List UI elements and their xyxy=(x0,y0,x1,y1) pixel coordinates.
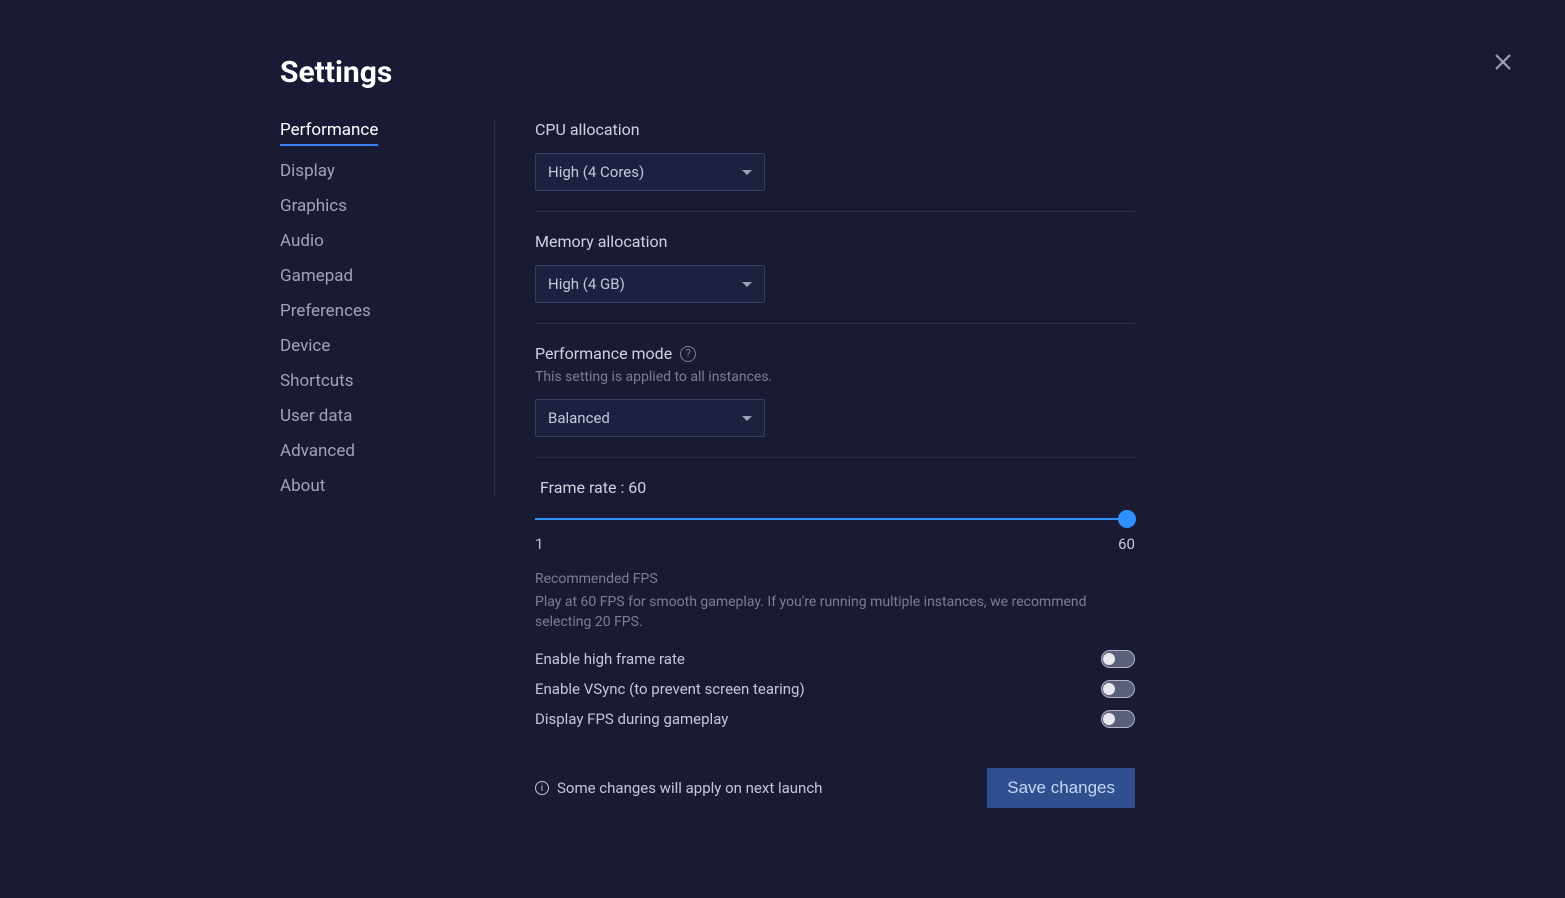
performance-mode-label: Performance mode ? xyxy=(535,344,1135,363)
enable-vsync-toggle[interactable] xyxy=(1101,680,1135,698)
sidebar-item-advanced[interactable]: Advanced xyxy=(280,441,355,461)
caret-down-icon xyxy=(742,170,752,175)
memory-allocation-section: Memory allocation High (4 GB) xyxy=(535,232,1135,324)
performance-mode-label-text: Performance mode xyxy=(535,344,672,363)
sidebar-item-audio[interactable]: Audio xyxy=(280,231,324,251)
frame-rate-section: Frame rate : 60 1 60 Recommended FPS Pla… xyxy=(535,478,1135,808)
save-changes-button[interactable]: Save changes xyxy=(987,768,1135,808)
sidebar-item-about[interactable]: About xyxy=(280,476,325,496)
recommended-fps-body: Play at 60 FPS for smooth gameplay. If y… xyxy=(535,593,1135,632)
enable-high-frame-rate-toggle[interactable] xyxy=(1101,650,1135,668)
display-fps-toggle[interactable] xyxy=(1101,710,1135,728)
frame-rate-slider[interactable] xyxy=(535,507,1135,531)
caret-down-icon xyxy=(742,282,752,287)
performance-mode-select[interactable]: Balanced xyxy=(535,399,765,437)
caret-down-icon xyxy=(742,416,752,421)
page-title: Settings xyxy=(280,55,1525,90)
slider-track xyxy=(535,518,1135,520)
cpu-allocation-select[interactable]: High (4 Cores) xyxy=(535,153,765,191)
recommended-fps-title: Recommended FPS xyxy=(535,571,1135,587)
settings-main: CPU allocation High (4 Cores) Memory all… xyxy=(495,120,1135,808)
sidebar-item-graphics[interactable]: Graphics xyxy=(280,196,347,216)
close-button[interactable] xyxy=(1491,50,1515,74)
sidebar-item-preferences[interactable]: Preferences xyxy=(280,301,371,321)
frame-rate-min: 1 xyxy=(535,535,543,553)
sidebar-item-gamepad[interactable]: Gamepad xyxy=(280,266,353,286)
settings-sidebar: Performance Display Graphics Audio Gamep… xyxy=(280,120,495,496)
memory-allocation-value: High (4 GB) xyxy=(548,275,625,293)
frame-rate-max: 60 xyxy=(1118,535,1135,553)
sidebar-item-shortcuts[interactable]: Shortcuts xyxy=(280,371,354,391)
enable-vsync-label: Enable VSync (to prevent screen tearing) xyxy=(535,680,805,698)
toggle-knob xyxy=(1103,713,1115,725)
sidebar-item-display[interactable]: Display xyxy=(280,161,335,181)
footer-note-text: Some changes will apply on next launch xyxy=(557,779,822,797)
performance-mode-note: This setting is applied to all instances… xyxy=(535,369,1135,385)
performance-mode-section: Performance mode ? This setting is appli… xyxy=(535,344,1135,458)
frame-rate-label-prefix: Frame rate : xyxy=(540,478,628,497)
toggle-knob xyxy=(1103,653,1115,665)
sidebar-item-device[interactable]: Device xyxy=(280,336,330,356)
memory-allocation-select[interactable]: High (4 GB) xyxy=(535,265,765,303)
cpu-allocation-section: CPU allocation High (4 Cores) xyxy=(535,120,1135,212)
enable-high-frame-rate-label: Enable high frame rate xyxy=(535,650,685,668)
cpu-allocation-label: CPU allocation xyxy=(535,120,1135,139)
frame-rate-label: Frame rate : 60 xyxy=(535,478,1135,497)
performance-mode-value: Balanced xyxy=(548,409,610,427)
close-icon xyxy=(1491,50,1515,74)
sidebar-item-user-data[interactable]: User data xyxy=(280,406,352,426)
slider-handle[interactable] xyxy=(1118,510,1136,528)
sidebar-item-performance[interactable]: Performance xyxy=(280,120,378,146)
toggle-knob xyxy=(1103,683,1115,695)
help-icon[interactable]: ? xyxy=(680,346,696,362)
footer-note: i Some changes will apply on next launch xyxy=(535,779,822,797)
info-icon: i xyxy=(535,781,549,795)
memory-allocation-label: Memory allocation xyxy=(535,232,1135,251)
display-fps-label: Display FPS during gameplay xyxy=(535,710,728,728)
frame-rate-value: 60 xyxy=(628,478,646,497)
cpu-allocation-value: High (4 Cores) xyxy=(548,163,644,181)
